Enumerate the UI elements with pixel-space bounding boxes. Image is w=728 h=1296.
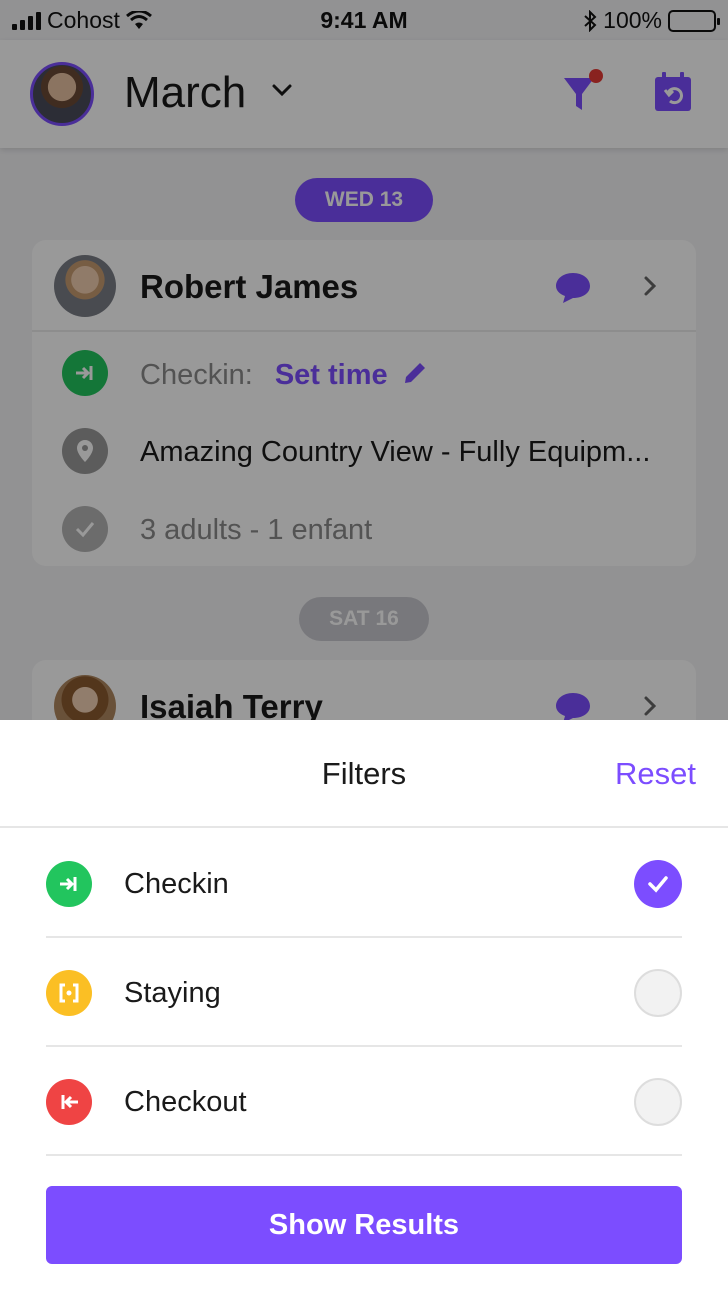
filter-option-label: Staying [124,977,221,1009]
checkin-icon [46,861,92,907]
filter-option-checkin[interactable]: Checkin [46,830,682,938]
checkbox-unchecked[interactable] [634,1078,682,1126]
checkbox-unchecked[interactable] [634,969,682,1017]
checkmark-icon [648,876,668,893]
filter-option-checkout[interactable]: Checkout [46,1048,682,1156]
checkbox-checked[interactable] [634,860,682,908]
reset-button[interactable]: Reset [615,756,696,792]
checkout-icon [46,1079,92,1125]
staying-icon [46,970,92,1016]
show-results-button[interactable]: Show Results [46,1186,682,1264]
dim-overlay[interactable] [0,0,728,720]
filter-option-staying[interactable]: Staying [46,939,682,1047]
sheet-header: Filters Reset [0,720,728,828]
filter-option-label: Checkout [124,1086,247,1118]
filter-option-label: Checkin [124,868,229,900]
filters-sheet: Filters Reset Checkin Staying Checkout S… [0,720,728,1296]
